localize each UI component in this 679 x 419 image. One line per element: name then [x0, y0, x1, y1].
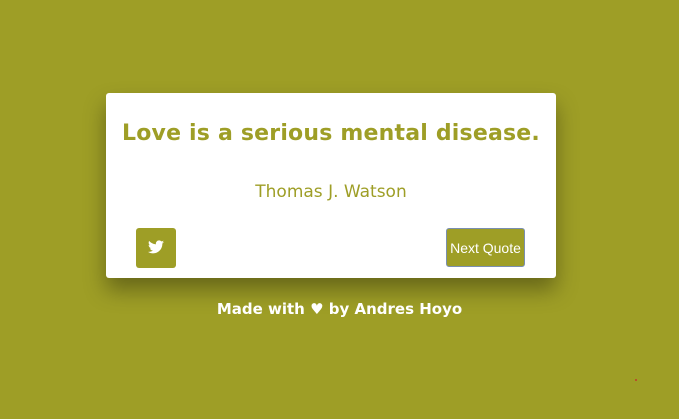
- next-quote-button[interactable]: Next Quote: [446, 228, 525, 267]
- footer-credit: Made with ♥ by Andres Hoyo: [216, 300, 463, 318]
- quote-author: Thomas J. Watson: [255, 182, 407, 202]
- quote-text: Love is a serious mental disease.: [122, 121, 540, 146]
- decorative-dot: [635, 379, 637, 381]
- quote-card: Love is a serious mental disease. Thomas…: [106, 93, 556, 278]
- twitter-icon: [148, 239, 164, 258]
- tweet-button[interactable]: [136, 228, 176, 268]
